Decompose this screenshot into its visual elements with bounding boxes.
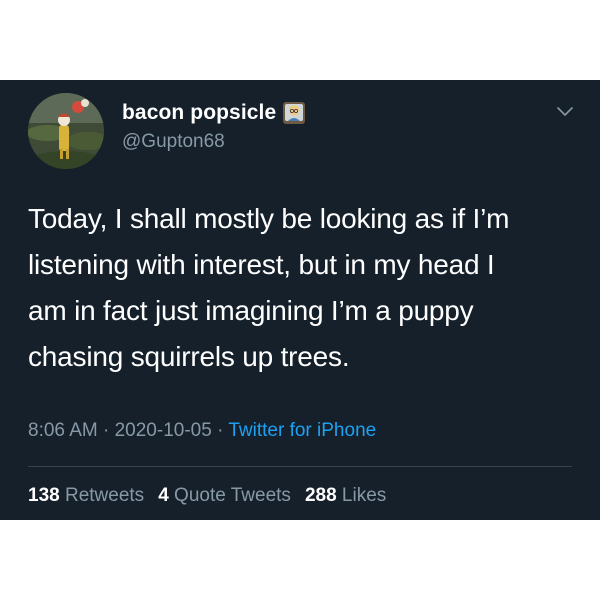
divider: [28, 466, 572, 467]
user-handle[interactable]: @Gupton68: [122, 131, 225, 153]
quote-tweets-label: Quote Tweets: [174, 485, 291, 506]
tweet-date[interactable]: 2020-10-05: [115, 420, 212, 441]
retweets-stat[interactable]: 138 Retweets: [28, 485, 144, 506]
likes-label: Likes: [341, 485, 387, 506]
display-name[interactable]: bacon popsicle: [122, 101, 276, 125]
tweet-source-link[interactable]: Twitter for iPhone: [228, 420, 376, 441]
retweets-label: Retweets: [64, 485, 145, 506]
teacher-emoji-icon: [282, 101, 306, 125]
avatar[interactable]: [28, 93, 104, 169]
avatar-image: [28, 93, 104, 169]
chevron-down-icon[interactable]: [555, 104, 575, 120]
tweet-meta: 8:06 AM · 2020-10-05 · Twitter for iPhon…: [28, 420, 376, 442]
meta-separator: ·: [97, 420, 115, 441]
tweet-text: Today, I shall mostly be looking as if I…: [28, 203, 510, 372]
meta-separator: ·: [211, 420, 229, 441]
tweet-card: bacon popsicle @Gupton68 Today, I shall …: [0, 80, 600, 520]
display-name-row: bacon popsicle: [122, 100, 306, 126]
likes-count: 288: [304, 485, 337, 506]
likes-stat[interactable]: 288 Likes: [305, 485, 386, 506]
tweet-stats: 138 Retweets 4 Quote Tweets 288 Likes: [28, 485, 400, 507]
quote-tweets-count: 4: [158, 485, 169, 506]
quote-tweets-stat[interactable]: 4 Quote Tweets: [158, 485, 291, 506]
retweets-count: 138: [28, 485, 60, 506]
tweet-time[interactable]: 8:06 AM: [28, 420, 98, 441]
